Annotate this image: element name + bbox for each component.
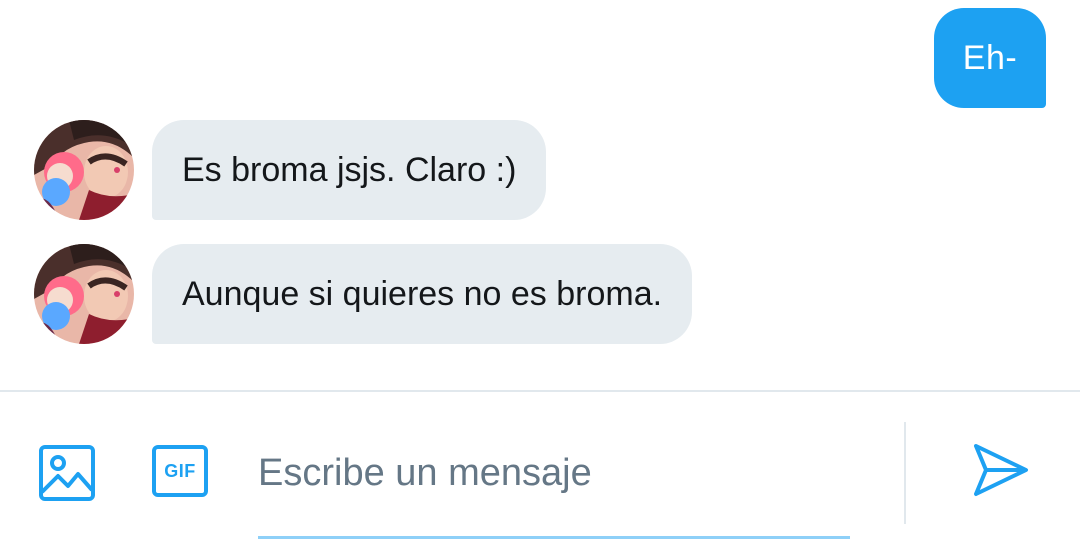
message-thread: Eh- Es broma jsjs. Claro:) Aunque si qu… [0,0,1080,390]
add-photo-button[interactable] [36,442,98,504]
avatar-illustration [34,244,134,344]
avatar[interactable] [34,120,134,220]
send-icon [974,444,1028,496]
dm-conversation-screen: Eh- Es broma jsjs. Claro:) Aunque si qu… [0,0,1080,540]
incoming-message-text: Es broma jsjs. Claro :) [182,150,517,189]
image-icon [39,445,95,501]
gif-icon-label: GIF [164,460,196,481]
incoming-message-bubble[interactable]: Aunque si quieres no es broma. [152,244,693,344]
incoming-message-row: Aunque si quieres no es broma. [34,244,693,344]
add-gif-button[interactable]: GIF [148,442,212,500]
incoming-message-bubble[interactable]: Es broma jsjs. Claro :) [152,120,547,220]
gif-icon: GIF [152,445,208,497]
incoming-message-row: Es broma jsjs. Claro :) [34,120,547,220]
send-button[interactable] [968,440,1034,500]
outgoing-message-text: Eh- [962,38,1018,77]
message-composer: GIF [0,392,1080,540]
composer-separator [904,422,906,524]
message-input-underline [258,536,850,539]
avatar-illustration [34,120,134,220]
avatar[interactable] [34,244,134,344]
incoming-message-text: Aunque si quieres no es broma. [182,274,663,313]
outgoing-message-bubble[interactable]: Eh- [934,8,1046,108]
message-input[interactable] [258,440,850,506]
